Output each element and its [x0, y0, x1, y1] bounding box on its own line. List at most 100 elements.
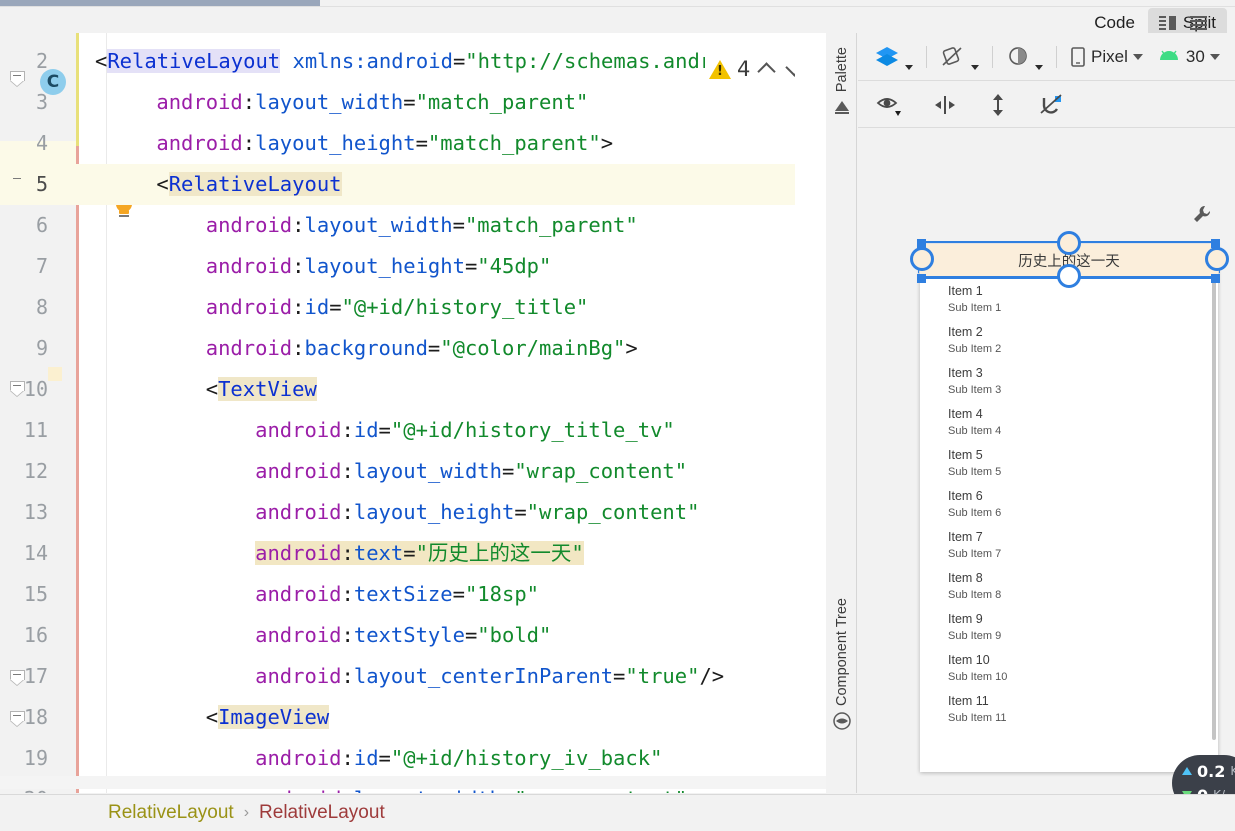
constraint-anchor-left[interactable]	[910, 247, 934, 271]
list-item[interactable]: Item 2 Sub Item 2	[948, 324, 1218, 357]
preview-list-scrollbar[interactable]	[1212, 280, 1216, 740]
design-preview-panel[interactable]: Pixel 30 历史上的这一天 Item 1 Sub Item 1 Item …	[858, 33, 1235, 793]
align-horizontal-icon	[935, 95, 955, 114]
code-line[interactable]: 5 <RelativeLayout	[0, 164, 826, 205]
upload-speed-row: 0.2 K/	[1182, 759, 1235, 783]
code-line[interactable]: 10 <TextView	[0, 369, 826, 410]
code-line-text: android:textSize="18sp"	[255, 582, 540, 606]
list-item[interactable]: Item 5 Sub Item 5	[948, 447, 1218, 480]
toolbar-divider-2	[992, 45, 993, 68]
code-line-text: android:layout_width="match_parent"	[156, 90, 589, 114]
previous-problem-button[interactable]	[756, 58, 778, 80]
code-line[interactable]: 17 android:layout_centerInParent="true"/…	[0, 656, 826, 697]
code-line[interactable]: 7 android:layout_height="45dp"	[0, 246, 826, 287]
list-item-subtitle: Sub Item 7	[948, 548, 1002, 560]
api-chevron-down-icon	[1209, 53, 1220, 60]
list-item-subtitle: Sub Item 5	[948, 466, 1002, 478]
list-item[interactable]: Item 1 Sub Item 1	[948, 283, 1218, 316]
device-preview[interactable]: 历史上的这一天 Item 1 Sub Item 1 Item 2 Sub Item 2…	[920, 244, 1218, 772]
toolbar-divider-3	[1056, 45, 1057, 68]
line-number: 4	[35, 131, 48, 155]
code-line[interactable]: 16 android:textStyle="bold"	[0, 615, 826, 656]
code-line[interactable]: 14 android:text="历史上的这一天"	[0, 533, 826, 574]
view-options-button[interactable]	[870, 88, 908, 122]
warning-count: 4	[737, 57, 751, 81]
line-number: 16	[23, 623, 48, 647]
line-number: 18	[23, 705, 48, 729]
code-line[interactable]: 9 android:background="@color/mainBg">	[0, 328, 826, 369]
constraint-anchor-bottom[interactable]	[1057, 264, 1081, 288]
palette-tab[interactable]: Palette	[827, 47, 857, 116]
code-line[interactable]: 8 android:id="@+id/history_title"	[0, 287, 826, 328]
wrench-icon[interactable]	[1193, 205, 1211, 223]
upload-arrow-icon	[1182, 767, 1192, 775]
list-item[interactable]: Item 8 Sub Item 8	[948, 570, 1218, 603]
code-line-text: android:layout_centerInParent="true"/>	[255, 664, 725, 688]
breadcrumb-item-1[interactable]: RelativeLayout	[108, 802, 234, 824]
api-level-selector[interactable]: 30	[1151, 40, 1226, 74]
design-surface-caret-icon	[905, 64, 913, 70]
code-line[interactable]: 18 <ImageView	[0, 697, 826, 738]
theme-button[interactable]	[1000, 40, 1049, 74]
constraint-anchor-right[interactable]	[1205, 247, 1229, 271]
list-item[interactable]: Item 4 Sub Item 4	[948, 406, 1218, 439]
code-line[interactable]: 4 android:layout_height="match_parent">	[0, 123, 826, 164]
list-item-title: Item 6	[948, 489, 983, 503]
design-toolbar-row-2	[858, 82, 1235, 128]
list-item-subtitle: Sub Item 6	[948, 507, 1002, 519]
eye-icon	[876, 97, 901, 116]
history-list[interactable]: Item 1 Sub Item 1 Item 2 Sub Item 2 Item 3 Su…	[920, 277, 1218, 772]
line-number: 2	[35, 49, 48, 73]
line-number: 3	[35, 90, 48, 114]
device-selector[interactable]: Pixel	[1064, 40, 1149, 74]
line-number: 11	[23, 418, 48, 442]
code-line[interactable]: 2 <RelativeLayout xmlns:android="http://s…	[0, 41, 826, 82]
list-item[interactable]: Item 7 Sub Item 7	[948, 529, 1218, 562]
code-line[interactable]: 19 android:id="@+id/history_iv_back"	[0, 738, 826, 779]
line-number: 6	[35, 213, 48, 237]
xml-code-editor[interactable]: C 2 <RelativeLayout xmlns:android="http:/…	[0, 33, 826, 793]
editor-horizontal-scrollbar[interactable]	[0, 776, 826, 789]
design-toolbar-row-1: Pixel 30	[858, 33, 1235, 81]
list-item[interactable]: Item 3 Sub Item 3	[948, 365, 1218, 398]
code-line-text: android:text="历史上的这一天"	[255, 541, 584, 565]
breadcrumb-item-2[interactable]: RelativeLayout	[259, 802, 385, 824]
code-line[interactable]: 3 android:layout_width="match_parent"	[0, 82, 826, 123]
list-item[interactable]: Item 10 Sub Item 10	[948, 652, 1218, 685]
component-tree-tab[interactable]: Component Tree	[827, 598, 857, 730]
line-number: 8	[35, 295, 48, 319]
code-line-text: android:layout_height="match_parent">	[156, 131, 614, 155]
top-divider	[0, 6, 1235, 7]
list-item-title: Item 9	[948, 612, 983, 626]
resize-handle-bottom-left[interactable]	[917, 274, 926, 283]
upload-speed-unit: K/	[1230, 764, 1235, 778]
align-horizontal-button[interactable]	[926, 88, 964, 122]
list-item-subtitle: Sub Item 8	[948, 589, 1002, 601]
code-line[interactable]: 13 android:layout_height="wrap_content"	[0, 492, 826, 533]
list-item[interactable]: Item 6 Sub Item 6	[948, 488, 1218, 521]
clear-constraints-button[interactable]	[1032, 88, 1070, 122]
constraint-anchor-top[interactable]	[1057, 231, 1081, 255]
list-item[interactable]: Item 11 Sub Item 11	[948, 693, 1218, 726]
code-line[interactable]: 11 android:id="@+id/history_title_tv"	[0, 410, 826, 451]
code-line[interactable]: 6 android:layout_width="match_parent"	[0, 205, 826, 246]
list-item-title: Item 10	[948, 653, 990, 667]
list-item-title: Item 2	[948, 325, 983, 339]
palette-icon	[835, 101, 849, 115]
layout-canvas[interactable]: 历史上的这一天 Item 1 Sub Item 1 Item 2 Sub Item 2…	[858, 129, 1235, 793]
component-tree-tab-label: Component Tree	[834, 598, 850, 707]
align-vertical-button[interactable]	[982, 88, 1014, 122]
code-line-text: android:layout_height="wrap_content"	[255, 500, 700, 524]
resize-handle-bottom-right[interactable]	[1211, 274, 1220, 283]
orientation-button[interactable]	[934, 40, 985, 74]
line-number: 5	[35, 172, 48, 196]
editor-marker-gutter[interactable]	[795, 33, 826, 793]
code-line[interactable]: 12 android:layout_width="wrap_content"	[0, 451, 826, 492]
line-number: 15	[23, 582, 48, 606]
design-surface-button[interactable]	[868, 40, 919, 74]
code-line-text: <TextView	[205, 377, 317, 401]
list-item[interactable]: Item 9 Sub Item 9	[948, 611, 1218, 644]
device-name: Pixel	[1091, 46, 1128, 66]
code-line[interactable]: 15 android:textSize="18sp"	[0, 574, 826, 615]
android-icon	[1159, 50, 1178, 60]
